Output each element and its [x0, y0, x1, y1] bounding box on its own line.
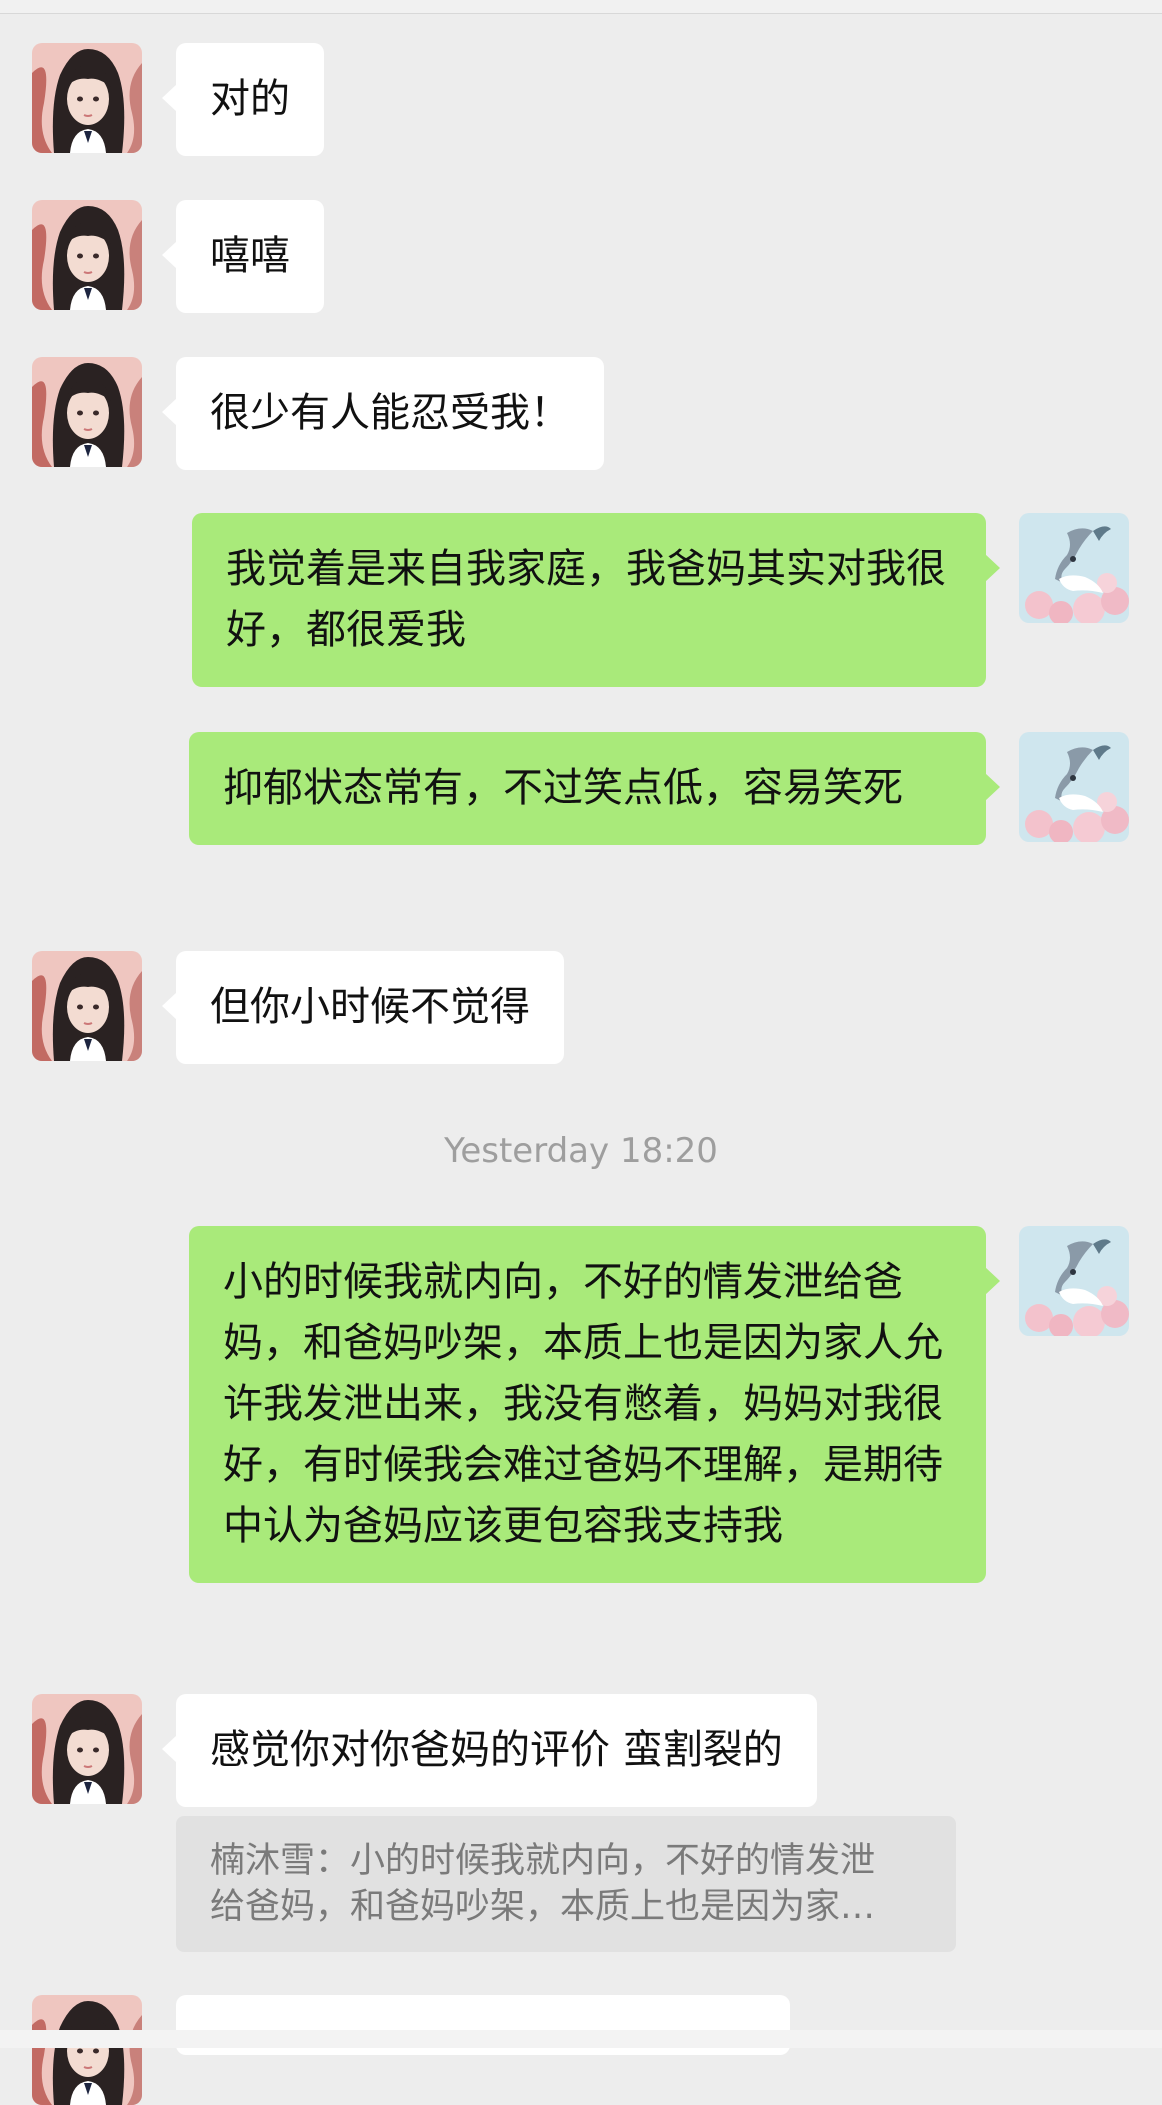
contact-avatar[interactable] [32, 357, 142, 467]
message-bubble-incoming[interactable]: 但你小时候不觉得 [162, 951, 564, 1064]
self-avatar[interactable] [1019, 1226, 1129, 1336]
chat-timestamp: Yesterday 18:20 [444, 1131, 718, 1171]
message-bubble-outgoing[interactable]: 小的时候我就内向，不好的情发泄给爸妈，和爸妈吵架，本质上也是因为家人允许我发泄出… [189, 1226, 1000, 1583]
contact-avatar[interactable] [32, 200, 142, 310]
contact-avatar[interactable] [32, 43, 142, 153]
contact-avatar[interactable] [32, 1694, 142, 1804]
contact-avatar[interactable] [32, 1995, 142, 2105]
message-bubble-incoming[interactable]: 很少有人能忍受我！ [162, 357, 604, 470]
message-bubble-outgoing[interactable]: 抑郁状态常有，不过笑点低，容易笑死 [189, 732, 1000, 845]
top-divider [0, 0, 1162, 14]
message-bubble-incoming[interactable]: 感觉你对你爸妈的评价 蛮割裂的 [162, 1694, 817, 1807]
self-avatar[interactable] [1019, 513, 1129, 623]
message-bubble-incoming[interactable]: 嘻嘻 [162, 200, 324, 313]
quoted-text-line: 楠沐雪：小的时候我就内向，不好的情发泄 [210, 1841, 876, 1881]
self-avatar[interactable] [1019, 732, 1129, 842]
contact-avatar[interactable] [32, 951, 142, 1061]
message-bubble-outgoing[interactable]: 我觉着是来自我家庭，我爸妈其实对我很好，都很爱我 [192, 513, 1000, 687]
message-bubble-incoming[interactable]: 对的 [162, 43, 324, 156]
quoted-message[interactable]: 楠沐雪：小的时候我就内向，不好的情发泄 给爸妈，和爸妈吵架，本质上也是因为家… [176, 1816, 956, 1952]
quoted-text-line: 给爸妈，和爸妈吵架，本质上也是因为家… [210, 1887, 876, 1927]
bottom-bar [0, 2030, 1162, 2048]
